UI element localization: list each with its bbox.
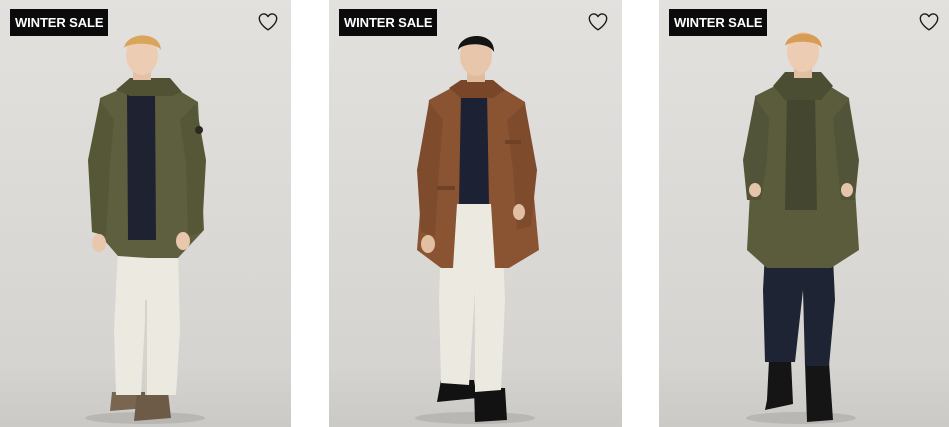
winter-sale-badge: WINTER SALE: [669, 9, 768, 36]
product-image-model: [743, 32, 859, 424]
product-card-2[interactable]: WINTER SALE: [329, 0, 622, 427]
product-card-1[interactable]: WINTER SALE: [0, 0, 291, 427]
winter-sale-badge: WINTER SALE: [339, 9, 438, 36]
heart-outline-icon[interactable]: [587, 11, 609, 33]
heart-outline-icon[interactable]: [918, 11, 940, 33]
heart-outline-icon[interactable]: [257, 11, 279, 33]
product-image-model: [85, 35, 206, 424]
winter-sale-badge: WINTER SALE: [10, 9, 109, 36]
product-card-3[interactable]: WINTER SALE: [659, 0, 949, 427]
product-image-model: [415, 36, 539, 424]
